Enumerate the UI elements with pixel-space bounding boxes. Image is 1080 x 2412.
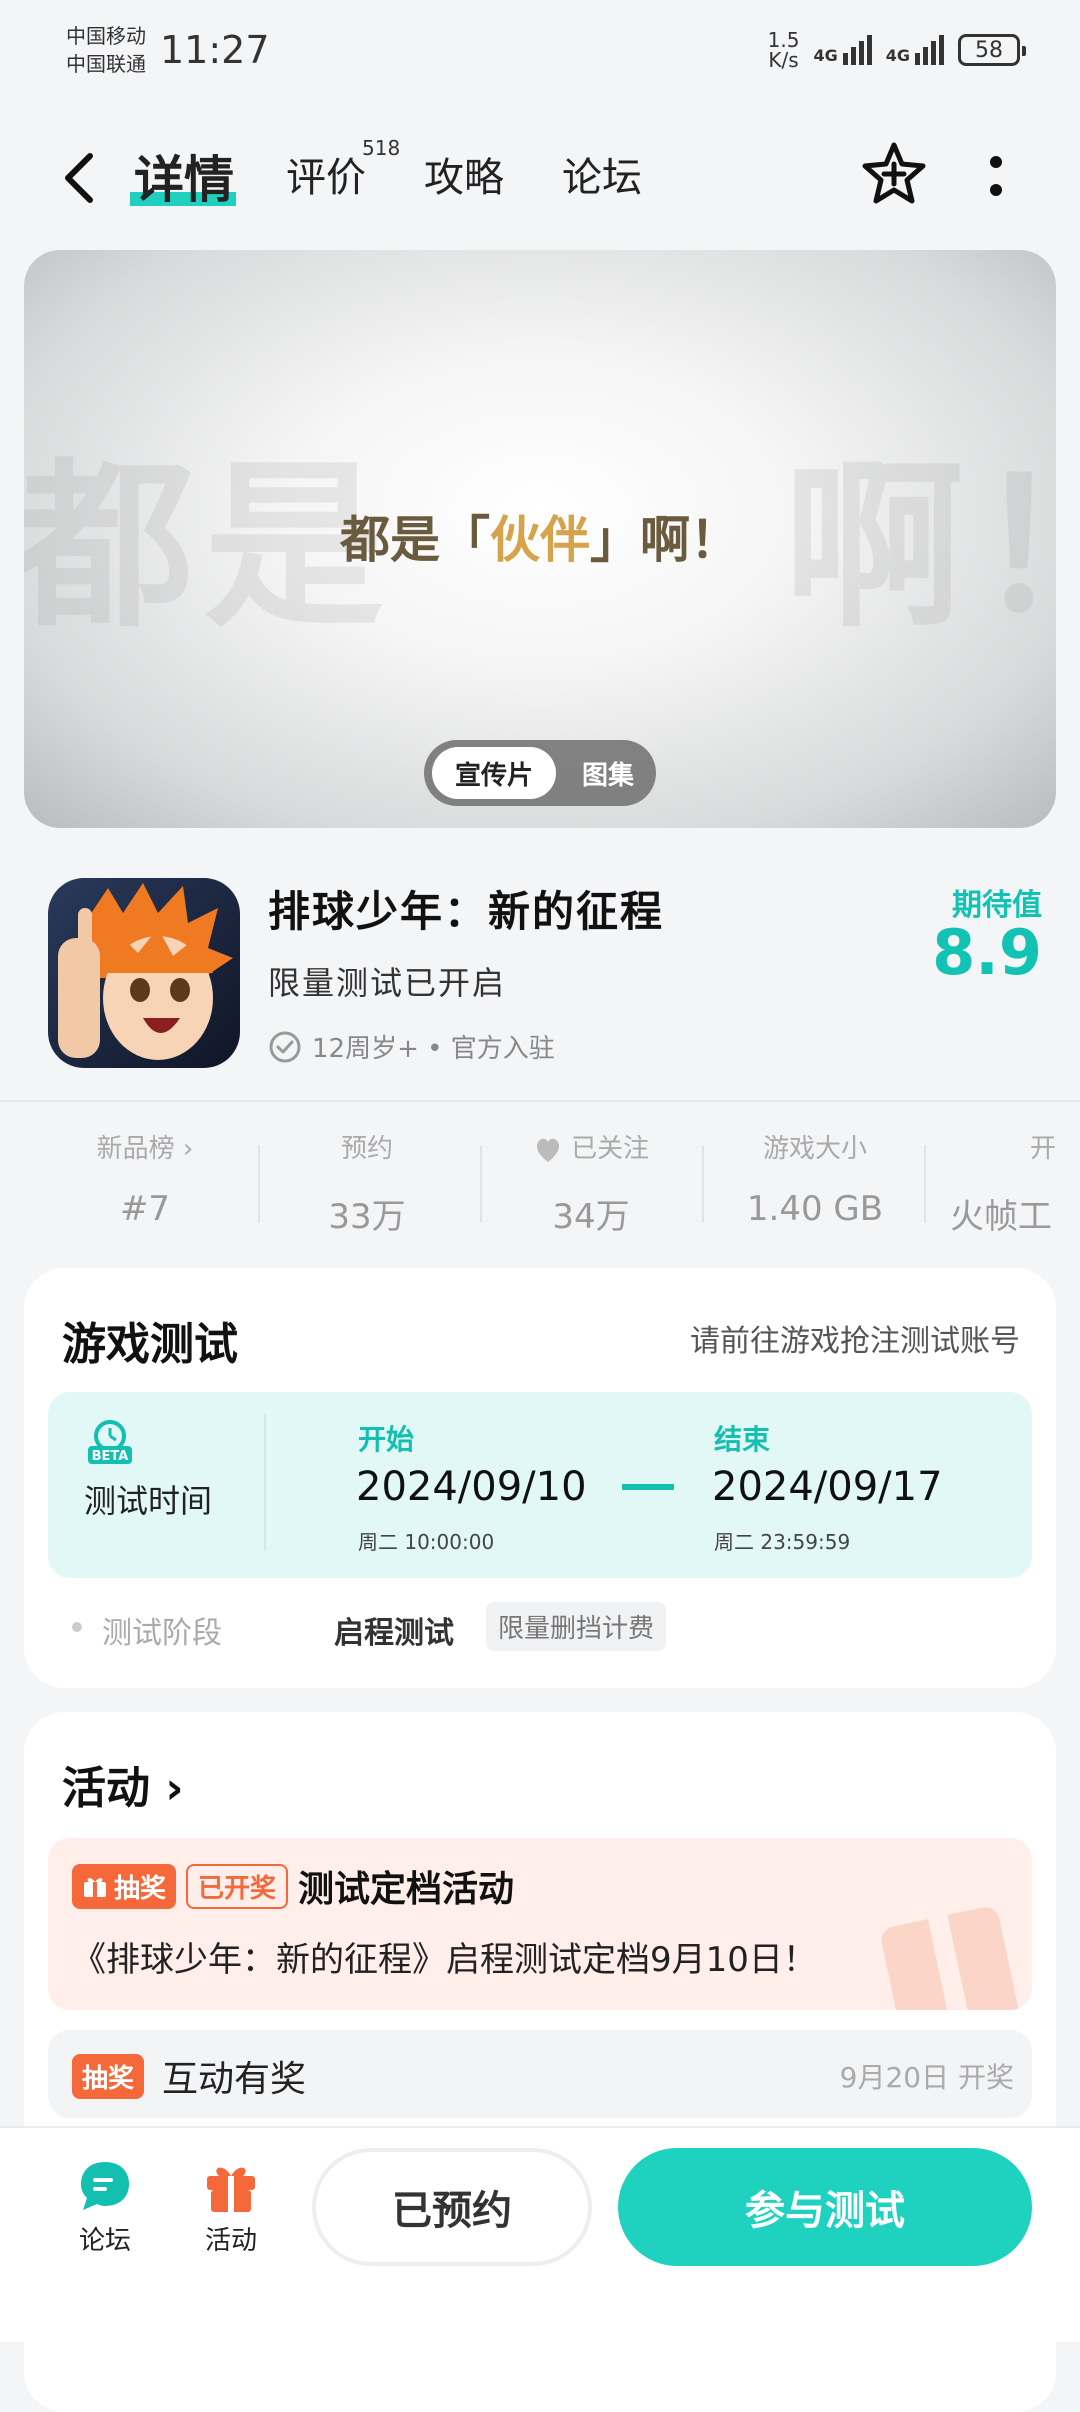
- beta-badge-text: BETA: [92, 1449, 129, 1464]
- stat-value: 火帧工: [950, 1197, 1052, 1237]
- net-type-2: 4G: [885, 46, 910, 65]
- status-icons: 1.5 K/s 4G 4G 58: [768, 30, 1026, 70]
- expectation-value: 8.9: [932, 916, 1042, 989]
- gift-watermark-icon: [881, 1905, 1021, 2010]
- tab-details[interactable]: 详情: [134, 140, 234, 212]
- stat-divider: [702, 1145, 704, 1223]
- end-weekday: 周二 23:59:59: [714, 1530, 851, 1554]
- carrier-info: 中国移动 中国联通: [66, 22, 146, 78]
- game-meta: 12周岁+ • 官方入驻: [268, 1028, 555, 1065]
- stat-divider: [258, 1145, 260, 1223]
- phase-label: 测试阶段: [102, 1616, 222, 1651]
- section-divider: [0, 1100, 1080, 1102]
- speed-unit: K/s: [768, 48, 799, 72]
- stat-label: 新品榜 ›: [96, 1134, 194, 1164]
- lottery-tag: 抽奖: [72, 2053, 145, 2099]
- slogan-post: 」啊！: [590, 510, 740, 569]
- stat-label: 已关注: [506, 1128, 676, 1165]
- test-time-label: 测试时间: [84, 1482, 213, 1520]
- game-title: 排球少年：新的征程: [268, 887, 665, 936]
- check-circle-icon: [269, 1031, 301, 1062]
- carrier-1: 中国移动: [66, 24, 146, 48]
- signal-icon-1: 4G: [813, 35, 872, 65]
- end-date: 2024/09/17: [712, 1464, 943, 1510]
- activity-label: 活动: [204, 2226, 257, 2256]
- phase-value: 启程测试: [334, 1616, 454, 1651]
- stat-label: 开: [1030, 1134, 1057, 1164]
- heart-icon: [536, 1138, 559, 1162]
- tab-guides[interactable]: 攻略: [424, 145, 504, 203]
- forum-chat-icon: [81, 2162, 129, 2210]
- stat-value: 34万: [552, 1197, 630, 1237]
- forum-label: 论坛: [78, 2226, 131, 2256]
- battery-icon: 58: [958, 34, 1026, 66]
- activity-item-1-title: 测试定档活动: [298, 1869, 515, 1910]
- game-app-icon: [48, 878, 240, 1068]
- test-section-title: 游戏测试: [62, 1319, 238, 1370]
- stat-divider: [480, 1145, 482, 1223]
- carrier-2: 中国联通: [66, 52, 146, 76]
- slogan-highlight: 伙伴: [490, 510, 590, 569]
- activity-item-1-desc: 《排球少年：新的征程》启程测试定档9月10日！: [72, 1940, 817, 1980]
- stat-rank[interactable]: 新品榜 › #7: [60, 1128, 230, 1229]
- end-label: 结束: [714, 1423, 771, 1456]
- drawn-tag: 已开奖: [186, 1863, 289, 1909]
- stat-label: 预约: [340, 1134, 393, 1164]
- network-speed: 1.5 K/s: [768, 30, 800, 70]
- segment-gallery[interactable]: 图集: [568, 747, 648, 799]
- activity-item-1-header: 抽奖 已开奖 测试定档活动: [72, 1860, 514, 1912]
- gift-icon: [84, 1878, 106, 1897]
- status-time: 11:27: [160, 28, 270, 72]
- stat-label: 游戏大小: [762, 1134, 867, 1164]
- gift-icon: [207, 2167, 255, 2212]
- lottery-tag: 抽奖: [72, 1863, 177, 1909]
- bottom-activity-button[interactable]: 活动: [198, 2156, 264, 2257]
- join-test-button[interactable]: 参与测试: [618, 2148, 1032, 2266]
- phase-chip: 限量删挡计费: [486, 1602, 667, 1651]
- stat-divider: [924, 1145, 926, 1223]
- battery-level: 58: [975, 37, 1003, 63]
- activity-item-2-title: 互动有奖: [162, 2059, 307, 2100]
- tab-reviews[interactable]: 评价: [286, 145, 366, 203]
- stat-followers: 已关注 34万: [506, 1128, 676, 1238]
- tab-forum[interactable]: 论坛: [562, 145, 642, 203]
- signal-icon-2: 4G: [886, 35, 944, 65]
- bottom-forum-button[interactable]: 论坛: [72, 2156, 138, 2257]
- game-subtitle: 限量测试已开启: [268, 964, 507, 1002]
- phase-bullet: [72, 1622, 82, 1632]
- stat-value: 1.40 GB: [746, 1189, 884, 1229]
- more-icon[interactable]: [988, 152, 1004, 202]
- stat-size: 游戏大小 1.40 GB: [730, 1128, 900, 1229]
- banner-slogan: 都是「伙伴」啊！: [24, 500, 1056, 572]
- activity-item-2-header: 抽奖 互动有奖: [72, 2050, 306, 2102]
- activity-item-2-date: 9月20日 开奖: [839, 2061, 1014, 2094]
- reserved-button[interactable]: 已预约: [312, 2148, 592, 2266]
- favorite-star-icon[interactable]: [860, 140, 928, 208]
- stat-value: 33万: [328, 1197, 406, 1237]
- age-rating-text: 12周岁+ • 官方入驻: [312, 1034, 555, 1064]
- activity-section-title[interactable]: 活动 ›: [62, 1752, 183, 1816]
- back-icon[interactable]: [60, 148, 100, 208]
- review-count-badge: 518: [362, 136, 401, 160]
- media-segment-control: 宣传片 图集: [424, 740, 656, 806]
- test-box-divider: [264, 1414, 266, 1550]
- start-date: 2024/09/10: [356, 1464, 587, 1510]
- start-weekday: 周二 10:00:00: [358, 1530, 495, 1554]
- date-arrow-icon: [622, 1484, 674, 1490]
- segment-video[interactable]: 宣传片: [432, 747, 556, 799]
- beta-clock-icon: BETA: [88, 1420, 132, 1464]
- promo-video-banner[interactable]: 都是 啊！ 都是「伙伴」啊！ 宣传片 图集: [24, 250, 1056, 828]
- test-register-hint[interactable]: 请前往游戏抢注测试账号: [690, 1316, 1020, 1360]
- stat-value: #7: [119, 1189, 171, 1229]
- stat-reservations: 预约 33万: [282, 1128, 452, 1238]
- start-label: 开始: [358, 1423, 415, 1456]
- net-type-1: 4G: [813, 46, 838, 65]
- stat-developer: 开 火帧工: [950, 1128, 1080, 1238]
- slogan-pre: 都是「: [340, 510, 490, 569]
- speed-value: 1.5: [767, 28, 800, 52]
